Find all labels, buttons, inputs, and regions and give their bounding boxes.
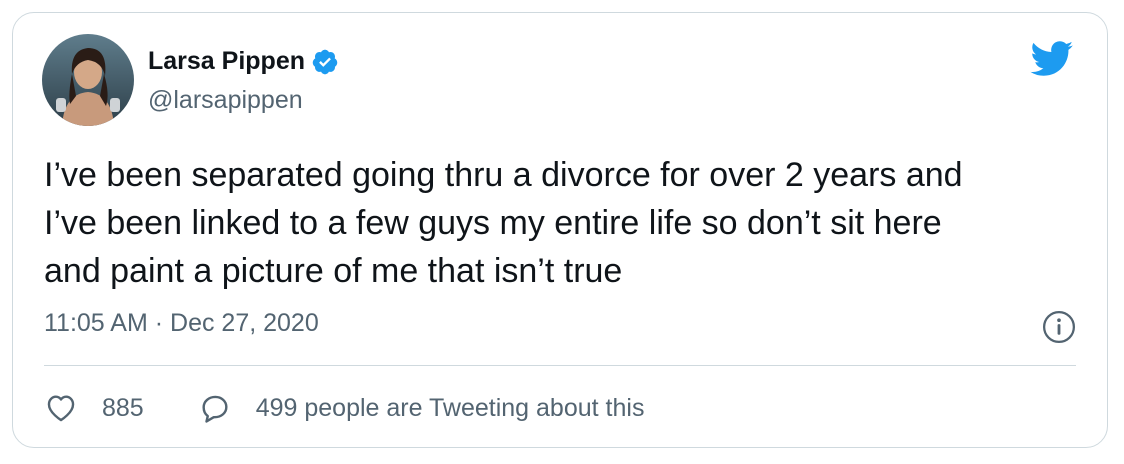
conversation-label: 499 people are Tweeting about this bbox=[255, 393, 645, 422]
tweet-card[interactable]: Larsa Pippen @larsapippen I’ve been sepa… bbox=[12, 12, 1108, 448]
twitter-bird-icon[interactable] bbox=[1030, 41, 1074, 77]
speech-bubble-icon bbox=[202, 395, 228, 423]
like-button[interactable]: 885 bbox=[44, 391, 144, 425]
divider bbox=[44, 365, 1076, 366]
heart-icon bbox=[47, 395, 75, 422]
author-name[interactable]: Larsa Pippen bbox=[148, 47, 339, 76]
meta-separator: · bbox=[154, 309, 164, 337]
verified-badge-icon bbox=[312, 49, 338, 74]
conversation-button[interactable]: 499 people are Tweeting about this bbox=[198, 391, 645, 425]
tweet-date[interactable]: Dec 27, 2020 bbox=[170, 309, 319, 337]
tweet-time[interactable]: 11:05 AM bbox=[44, 309, 148, 337]
tweet-text: I’ve been separated going thru a divorce… bbox=[44, 156, 963, 290]
info-icon[interactable] bbox=[1042, 310, 1076, 344]
tweet-actions: 885 499 people are Tweeting about this bbox=[44, 388, 644, 428]
author-name-text: Larsa Pippen bbox=[148, 47, 305, 75]
like-count: 885 bbox=[102, 393, 144, 422]
tweet-timestamp[interactable]: 11:05 AM · Dec 27, 2020 bbox=[44, 309, 319, 338]
author-handle[interactable]: @larsapippen bbox=[148, 86, 303, 115]
avatar[interactable] bbox=[42, 34, 134, 126]
avatar-image bbox=[42, 34, 134, 126]
